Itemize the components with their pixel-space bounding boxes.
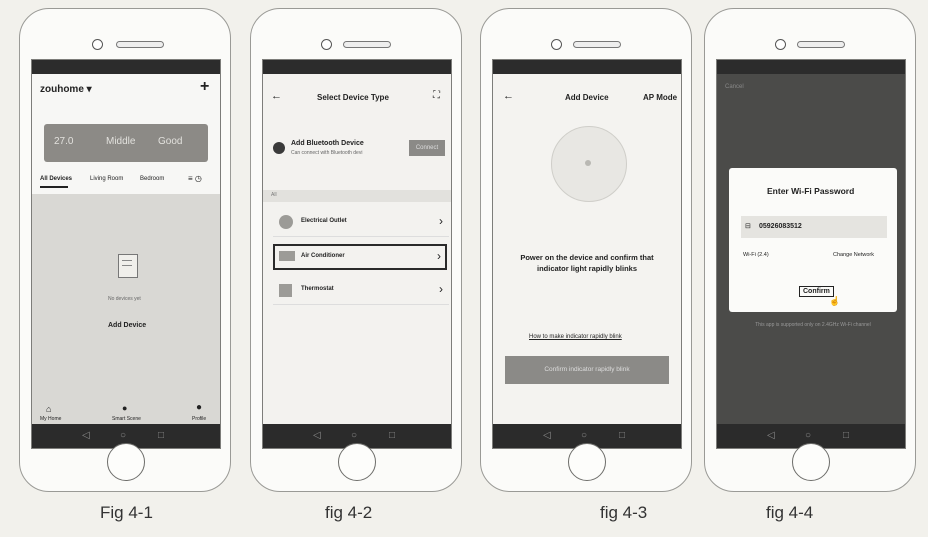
empty-devices-icon bbox=[118, 254, 138, 278]
add-device-button[interactable]: Add Device bbox=[108, 322, 146, 329]
cancel-link[interactable]: Cancel bbox=[725, 84, 744, 90]
dialog-title: Enter Wi-Fi Password bbox=[767, 186, 855, 196]
home-nav-circle-icon[interactable]: ○ bbox=[805, 430, 811, 442]
tab-all-devices[interactable]: All Devices bbox=[40, 176, 72, 182]
screen: ← Select Device Type ⛶ Add Bluetooth Dev… bbox=[262, 59, 452, 449]
device-row-air-conditioner[interactable] bbox=[273, 244, 447, 270]
indicator-light-icon bbox=[585, 160, 591, 166]
phone-fig-4-1: zouhome ▾ + 27.0 Middle Good All Devices… bbox=[19, 8, 231, 492]
phone-fig-4-4: Cancel Enter Wi-Fi Password ⊟ 0592608351… bbox=[704, 8, 916, 492]
confirm-blink-button[interactable]: Confirm indicator rapidly blink bbox=[505, 356, 669, 384]
speaker-grille bbox=[797, 41, 845, 48]
device-row-thermostat[interactable] bbox=[273, 278, 449, 305]
screen: zouhome ▾ + 27.0 Middle Good All Devices… bbox=[31, 59, 221, 449]
back-arrow-icon[interactable]: ← bbox=[271, 90, 282, 102]
recents-nav-icon[interactable]: □ bbox=[843, 430, 849, 442]
figure-caption-4-1: Fig 4-1 bbox=[100, 503, 153, 522]
cursor-hand-icon: ☝ bbox=[829, 296, 841, 306]
front-camera bbox=[92, 39, 103, 50]
password-value: 05926083512 bbox=[759, 223, 802, 230]
figure-caption-4-4: fig 4-4 bbox=[766, 503, 814, 522]
page-title: Add Device bbox=[565, 93, 609, 102]
weather-air-quality: Good bbox=[158, 136, 183, 147]
scan-icon[interactable]: ⛶ bbox=[433, 90, 440, 101]
empty-devices-icon-line bbox=[122, 265, 132, 266]
tab-underline bbox=[40, 186, 68, 188]
phone-fig-4-2: ← Select Device Type ⛶ Add Bluetooth Dev… bbox=[250, 8, 462, 492]
figure-caption-4-2: fig 4-2 bbox=[325, 503, 373, 522]
speaker-grille bbox=[116, 41, 164, 48]
speaker-grille bbox=[573, 41, 621, 48]
outlet-icon bbox=[279, 215, 293, 229]
change-network-link[interactable]: Change Network bbox=[833, 252, 874, 258]
profile-nav-label: Profile bbox=[192, 416, 207, 422]
section-header-label: All bbox=[271, 192, 277, 198]
lock-icon: ⊟ bbox=[745, 223, 751, 230]
bluetooth-connect-button[interactable]: Connect bbox=[409, 140, 445, 156]
screen: ← Add Device AP Mode Power on the device… bbox=[492, 59, 682, 449]
weather-humidity: Middle bbox=[106, 136, 136, 147]
bluetooth-subtitle: Can connect with Bluetooth devi bbox=[291, 150, 363, 156]
physical-home-button[interactable] bbox=[568, 443, 606, 481]
add-button[interactable]: + bbox=[200, 78, 209, 96]
recents-nav-icon[interactable]: □ bbox=[389, 430, 395, 442]
air-conditioner-icon bbox=[279, 251, 295, 261]
speaker-grille bbox=[343, 41, 391, 48]
back-nav-icon[interactable]: ◁ bbox=[767, 430, 775, 442]
page-title: Select Device Type bbox=[317, 93, 389, 102]
chevron-right-icon: › bbox=[439, 282, 443, 296]
physical-home-button[interactable] bbox=[338, 443, 376, 481]
status-bar bbox=[263, 60, 451, 74]
chevron-right-icon: › bbox=[437, 249, 441, 263]
ap-mode-button[interactable]: AP Mode bbox=[643, 93, 677, 102]
back-nav-icon[interactable]: ◁ bbox=[82, 430, 90, 442]
help-link[interactable]: How to make indicator rapidly blink bbox=[529, 334, 622, 340]
thermostat-icon bbox=[279, 284, 292, 297]
section-header bbox=[263, 190, 451, 202]
bluetooth-title: Add Bluetooth Device bbox=[291, 140, 364, 147]
empty-devices-icon-line bbox=[122, 260, 132, 261]
front-camera bbox=[321, 39, 332, 50]
bluetooth-icon bbox=[273, 142, 285, 154]
scene-nav-icon[interactable]: ● bbox=[122, 403, 127, 413]
recents-nav-icon[interactable]: □ bbox=[158, 430, 164, 442]
physical-home-button[interactable] bbox=[107, 443, 145, 481]
home-nav-label: My Home bbox=[40, 416, 62, 422]
tab-living-room[interactable]: Living Room bbox=[90, 176, 123, 182]
back-arrow-icon[interactable]: ← bbox=[503, 90, 514, 102]
front-camera bbox=[551, 39, 562, 50]
profile-nav-icon[interactable]: ● bbox=[196, 402, 202, 413]
tabs-menu-icon[interactable]: ≡ ◷ bbox=[188, 174, 202, 183]
home-nav-circle-icon[interactable]: ○ bbox=[351, 430, 357, 442]
device-label-air-conditioner: Air Conditioner bbox=[301, 253, 345, 259]
no-devices-text: No devices yet bbox=[108, 296, 141, 302]
status-bar bbox=[32, 60, 220, 74]
wifi-network-name: Wi-Fi (2.4) bbox=[743, 252, 769, 258]
chevron-right-icon: › bbox=[439, 214, 443, 228]
weather-temperature: 27.0 bbox=[54, 136, 74, 147]
back-nav-icon[interactable]: ◁ bbox=[313, 430, 321, 442]
home-nav-circle-icon[interactable]: ○ bbox=[581, 430, 587, 442]
home-selector[interactable]: zouhome ▾ bbox=[40, 84, 92, 95]
wifi-channel-note: This app is supported only on 2.4GHz Wi-… bbox=[755, 322, 871, 328]
status-bar bbox=[493, 60, 681, 74]
device-label-thermostat: Thermostat bbox=[301, 286, 334, 292]
home-nav-icon[interactable]: ⌂ bbox=[46, 404, 51, 414]
back-nav-icon[interactable]: ◁ bbox=[543, 430, 551, 442]
device-label-electrical-outlet: Electrical Outlet bbox=[301, 218, 347, 224]
device-row-electrical-outlet[interactable] bbox=[273, 210, 449, 237]
figure-caption-4-3: fig 4-3 bbox=[600, 503, 648, 522]
instruction-text: Power on the device and confirm that ind… bbox=[520, 253, 654, 273]
home-nav-circle-icon[interactable]: ○ bbox=[120, 430, 126, 442]
tab-bedroom[interactable]: Bedroom bbox=[140, 176, 164, 182]
physical-home-button[interactable] bbox=[792, 443, 830, 481]
status-bar bbox=[717, 60, 905, 74]
front-camera bbox=[775, 39, 786, 50]
screen: Cancel Enter Wi-Fi Password ⊟ 0592608351… bbox=[716, 59, 906, 449]
phone-fig-4-3: ← Add Device AP Mode Power on the device… bbox=[480, 8, 692, 492]
recents-nav-icon[interactable]: □ bbox=[619, 430, 625, 442]
scene-nav-label: Smart Scene bbox=[112, 416, 141, 422]
